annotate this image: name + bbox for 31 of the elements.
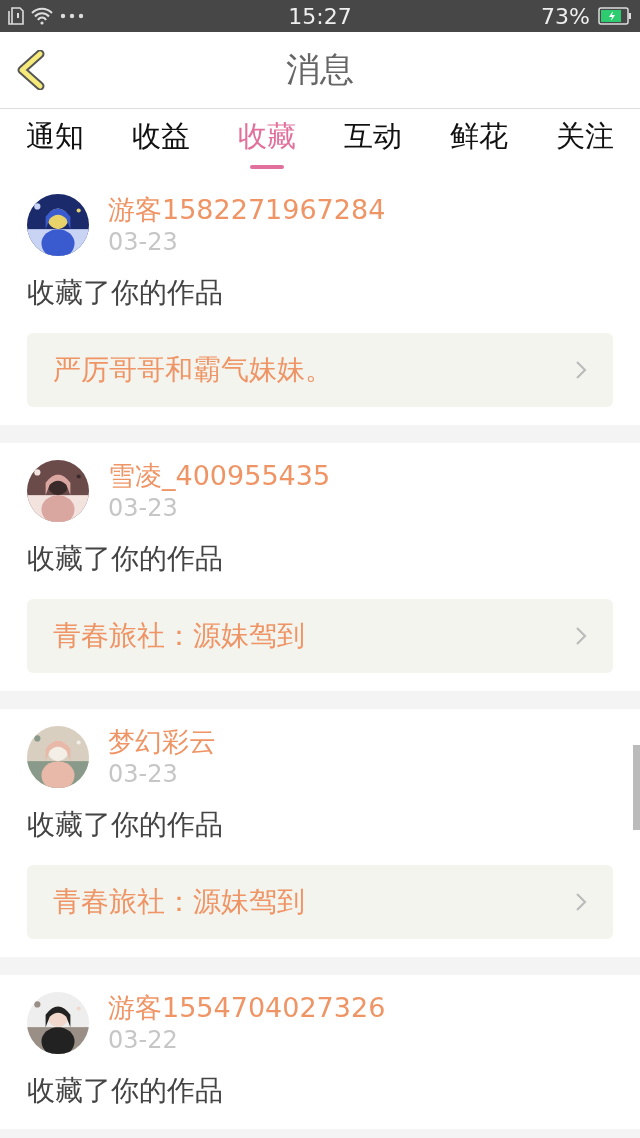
tab[interactable]: 收藏 xyxy=(238,115,296,175)
wifi-icon xyxy=(30,7,54,25)
tab[interactable]: 收益 xyxy=(132,115,190,175)
chevron-icon xyxy=(575,892,587,912)
message-text: 收藏了你的作品 xyxy=(27,1073,224,1109)
message-date: 03-23 xyxy=(108,227,179,257)
message-text: 收藏了你的作品 xyxy=(27,541,224,577)
work-link[interactable]: 青春旅社：源妹驾到 xyxy=(27,599,613,673)
sim-icon xyxy=(8,7,24,25)
battery-icon xyxy=(598,7,632,25)
message-date: 03-23 xyxy=(108,759,179,789)
chevron-icon xyxy=(575,626,587,646)
username[interactable]: 雪凌_400955435 xyxy=(108,459,331,493)
work-link[interactable]: 严厉哥哥和霸气妹妹。 xyxy=(27,333,613,407)
chevron-icon xyxy=(575,360,587,380)
message-date: 03-22 xyxy=(108,1025,179,1055)
username[interactable]: 游客1582271967284 xyxy=(108,193,386,227)
more-icon xyxy=(60,13,84,19)
message-date: 03-23 xyxy=(108,493,179,523)
tab[interactable]: 通知 xyxy=(26,115,84,175)
clock: 15:27 xyxy=(288,3,352,29)
tab[interactable]: 关注 xyxy=(556,115,614,175)
username[interactable]: 游客1554704027326 xyxy=(108,991,386,1025)
page-title: 消息 xyxy=(286,48,354,91)
username[interactable]: 梦幻彩云 xyxy=(108,725,216,759)
message-text: 收藏了你的作品 xyxy=(27,275,224,311)
message-text: 收藏了你的作品 xyxy=(27,807,224,843)
tab[interactable]: 互动 xyxy=(344,115,402,175)
battery-percent: 73% xyxy=(541,3,590,29)
work-link[interactable]: 青春旅社：源妹驾到 xyxy=(27,865,613,939)
tab[interactable]: 鲜花 xyxy=(450,115,508,175)
